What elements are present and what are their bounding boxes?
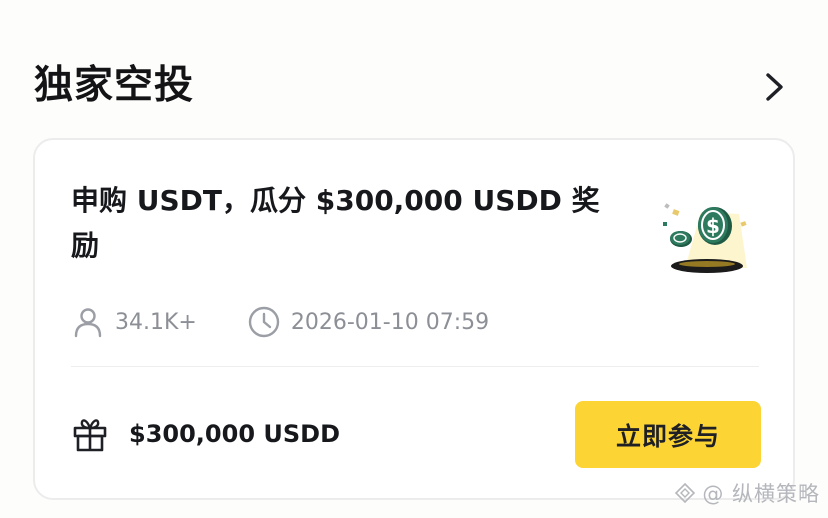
card-title: 申购 USDT，瓜分 $300,000 USDD 奖励 xyxy=(71,184,600,262)
meta-row: 34.1K+ 2026-01-10 07:59 xyxy=(71,302,489,342)
card-divider xyxy=(71,366,759,367)
gift-icon xyxy=(73,419,107,452)
clock-icon xyxy=(248,306,280,338)
participants-count: 34.1K+ xyxy=(115,309,197,335)
user-icon xyxy=(74,308,102,338)
join-now-button[interactable]: 立即参与 xyxy=(575,401,761,468)
section-title: 独家空投 xyxy=(34,63,195,108)
time-info: 2026-01-10 07:59 xyxy=(247,305,489,339)
airdrop-coins-illustration: $ xyxy=(661,192,757,280)
diamond-logo-icon xyxy=(675,482,696,504)
reward-amount: $300,000 USDD xyxy=(129,420,340,448)
participants-info: 34.1K+ xyxy=(71,305,197,339)
watermark-text: @ 纵横策略 xyxy=(702,482,820,506)
chevron-right-icon[interactable] xyxy=(762,71,788,103)
event-datetime: 2026-01-10 07:59 xyxy=(290,309,490,335)
svg-text:$: $ xyxy=(706,214,720,238)
section-header: 独家空投 xyxy=(34,58,788,118)
watermark: @ 纵横策略 xyxy=(674,478,820,508)
reward-row: $300,000 USDD xyxy=(71,410,340,458)
airdrop-card[interactable]: 申购 USDT，瓜分 $300,000 USDD 奖励 $ 34.1K+ 202… xyxy=(33,138,795,500)
